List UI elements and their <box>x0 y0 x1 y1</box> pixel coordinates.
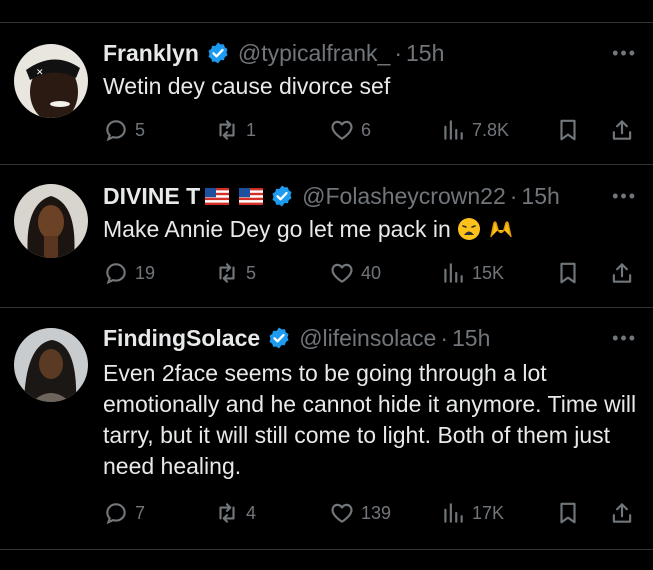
user-handle[interactable]: @Folasheycrown22 <box>302 181 506 211</box>
views-chart-icon <box>444 503 463 523</box>
share-icon <box>612 120 632 140</box>
separator-dot: · <box>440 325 448 351</box>
share-icon <box>612 263 632 283</box>
display-name[interactable]: FindingSolace <box>103 323 260 353</box>
avatar[interactable] <box>14 328 88 402</box>
more-options-icon[interactable]: ••• <box>612 186 637 206</box>
verified-badge-icon <box>208 42 228 64</box>
tweet-franklyn[interactable]: ✕ Franklyn @typicalfrank_ · 15h ••• Weti… <box>0 23 653 163</box>
tweet-divine-t[interactable]: DIVINE T @Folasheycrown22 · 15h ••• Make… <box>0 165 653 306</box>
retweet-count: 1 <box>246 119 257 140</box>
views-chart-icon <box>444 263 463 283</box>
tweet-text: Even 2face seems to be going through a l… <box>103 360 637 479</box>
heart-icon <box>331 503 353 523</box>
flag-usa-icon <box>239 187 264 205</box>
bookmark-icon <box>560 502 576 524</box>
tweet-header: FindingSolace @lifeinsolace · 15h <box>103 323 490 353</box>
retweet-icon <box>219 503 235 523</box>
retweet-count: 5 <box>246 262 257 283</box>
reply-button[interactable]: 19 <box>103 258 155 288</box>
reply-button[interactable]: 5 <box>103 115 145 145</box>
retweet-button[interactable]: 5 <box>214 258 256 288</box>
bookmark-button[interactable] <box>555 258 581 288</box>
separator-dot: · <box>394 40 403 66</box>
flag-usa-icon <box>205 187 230 205</box>
reply-button[interactable]: 7 <box>103 498 145 528</box>
verified-badge-icon <box>269 327 289 349</box>
bookmark-icon <box>560 119 576 141</box>
divider <box>0 549 653 550</box>
avatar[interactable] <box>14 184 88 258</box>
like-count: 6 <box>361 119 372 140</box>
tweet-text: Wetin dey cause divorce sef <box>103 73 391 99</box>
user-handle[interactable]: @typicalfrank_ <box>238 38 390 68</box>
action-bar: 7 4 139 17K <box>0 498 653 528</box>
reply-count: 7 <box>135 502 146 523</box>
action-bar: 19 5 40 15K <box>0 258 653 288</box>
like-button[interactable]: 40 <box>329 258 381 288</box>
view-count: 7.8K <box>472 119 510 140</box>
retweet-button[interactable]: 1 <box>214 115 256 145</box>
retweet-icon <box>219 263 235 283</box>
share-icon <box>612 503 632 523</box>
view-count: 17K <box>472 502 505 523</box>
views-button[interactable]: 15K <box>440 258 504 288</box>
display-name[interactable]: Franklyn <box>103 38 199 68</box>
weary-face-icon <box>458 218 481 240</box>
more-options-icon[interactable]: ••• <box>612 328 637 348</box>
reply-count: 5 <box>135 119 146 140</box>
retweet-count: 4 <box>246 502 257 523</box>
timestamp[interactable]: 15h <box>521 181 559 211</box>
tweet-text-container: Make Annie Dey go let me pack in <box>103 214 643 245</box>
reply-icon <box>106 503 126 525</box>
bookmark-button[interactable] <box>555 115 581 145</box>
view-count: 15K <box>472 262 505 283</box>
share-button[interactable] <box>609 498 635 528</box>
separator-dot: · <box>509 183 518 209</box>
like-count: 40 <box>361 262 382 283</box>
tweet-findingsolace[interactable]: FindingSolace @lifeinsolace · 15h ••• Ev… <box>0 308 653 548</box>
reply-icon <box>106 120 126 142</box>
views-button[interactable]: 7.8K <box>440 115 509 145</box>
like-count: 139 <box>361 502 392 523</box>
share-button[interactable] <box>609 258 635 288</box>
timestamp[interactable]: 15h <box>406 38 444 68</box>
reply-icon <box>106 263 126 285</box>
share-button[interactable] <box>609 115 635 145</box>
verified-badge-icon <box>272 185 292 207</box>
reply-count: 19 <box>135 262 156 283</box>
bookmark-icon <box>560 262 576 284</box>
action-bar: 5 1 6 7.8K <box>0 115 653 145</box>
svg-text:✕: ✕ <box>36 68 44 78</box>
retweet-button[interactable]: 4 <box>214 498 256 528</box>
retweet-icon <box>219 120 235 140</box>
tweet-header: Franklyn @typicalfrank_ · 15h <box>103 38 444 68</box>
like-button[interactable]: 139 <box>329 498 391 528</box>
display-name[interactable]: DIVINE T <box>103 181 200 211</box>
views-button[interactable]: 17K <box>440 498 504 528</box>
views-chart-icon <box>444 120 463 140</box>
tweet-text: Make Annie Dey go let me pack in <box>103 216 451 242</box>
timestamp[interactable]: 15h <box>452 323 490 353</box>
tweet-header: DIVINE T @Folasheycrown22 · 15h <box>103 181 560 211</box>
raised-hands-icon <box>489 221 512 238</box>
heart-icon <box>331 120 353 140</box>
more-options-icon[interactable]: ••• <box>612 43 637 63</box>
avatar[interactable]: ✕ <box>14 44 88 118</box>
user-handle[interactable]: @lifeinsolace <box>299 323 436 353</box>
heart-icon <box>331 263 353 283</box>
like-button[interactable]: 6 <box>329 115 371 145</box>
bookmark-button[interactable] <box>555 498 581 528</box>
